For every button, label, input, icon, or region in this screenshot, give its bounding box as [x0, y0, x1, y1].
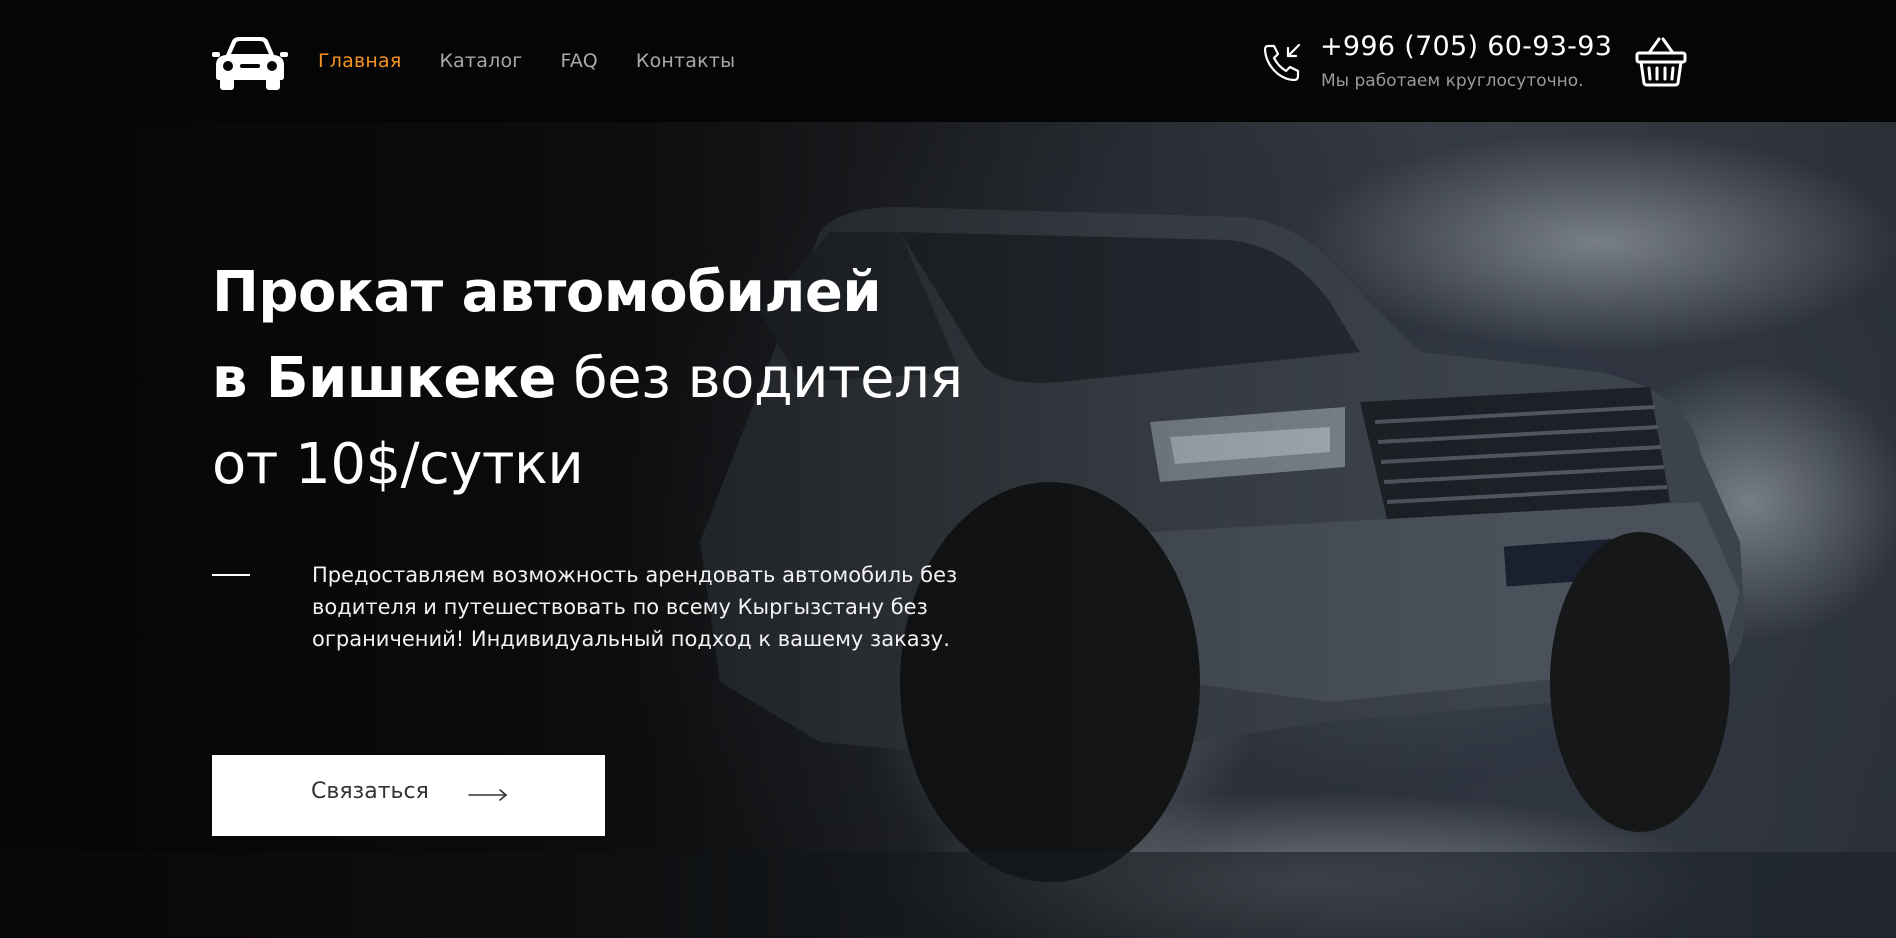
hero-section: Прокат автомобилей в Бишкеке без водител… — [0, 122, 1896, 938]
nav-item-catalog[interactable]: Каталог — [439, 46, 522, 76]
hero-title: Прокат автомобилей в Бишкеке без водител… — [212, 250, 963, 508]
phone-number[interactable]: +996 (705) 60-93-93 — [1320, 31, 1612, 62]
nav-item-faq[interactable]: FAQ — [560, 46, 597, 76]
contact-button[interactable]: Связаться — [212, 755, 605, 836]
basket-icon[interactable] — [1634, 35, 1688, 89]
phone-call-icon[interactable] — [1262, 40, 1304, 82]
description-dash — [212, 574, 250, 576]
nav-item-home[interactable]: Главная — [318, 46, 401, 76]
title-line-2-bold: в Бишкеке — [212, 346, 556, 411]
car-logo-icon[interactable] — [212, 33, 288, 91]
arrow-right-icon — [468, 789, 508, 801]
nav-item-contacts[interactable]: Контакты — [636, 46, 735, 76]
phone-note: Мы работаем круглосуточно. — [1321, 71, 1584, 91]
main-nav: Главная Каталог FAQ Контакты — [318, 46, 735, 76]
title-line-1: Прокат автомобилей — [212, 260, 882, 325]
title-line-3: от 10$/сутки — [212, 432, 584, 497]
title-line-2-light: без водителя — [555, 346, 963, 411]
hero-description: Предоставляем возможность арендовать авт… — [312, 563, 958, 651]
site-header: Главная Каталог FAQ Контакты +996 (705) … — [0, 0, 1896, 122]
contact-button-label: Связаться — [311, 779, 429, 804]
